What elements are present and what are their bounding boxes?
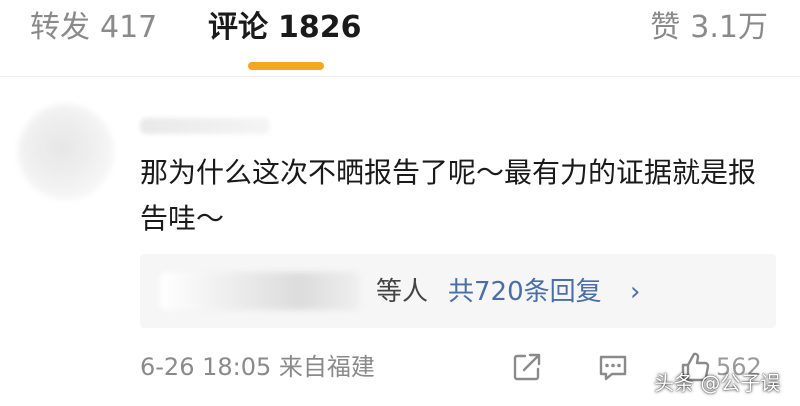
tab-comments-label: 评论 [208, 10, 268, 45]
reply-button[interactable] [596, 348, 630, 386]
view-replies-link[interactable]: 共720条回复 [448, 274, 602, 310]
avatar[interactable] [18, 104, 114, 200]
comment-date: 6-26 18:05 [140, 353, 272, 381]
reply-suffix: 等人 [376, 277, 429, 307]
tab-repost-label: 转发 [30, 10, 90, 45]
comment-location: 来自福建 [278, 353, 375, 381]
replier-names-blurred [160, 272, 360, 310]
comment-icon [599, 355, 627, 381]
tab-repost-count: 417 [100, 10, 158, 45]
chevron-right-icon: › [630, 277, 641, 307]
tab-comments[interactable]: 评论 1826 [208, 8, 362, 48]
reply-preview-box[interactable]: 等人 共720条回复 › [140, 254, 776, 328]
tab-likes-count: 3.1万 [690, 10, 768, 45]
comment-text: 那为什么这次不晒报告了呢～最有力的证据就是报告哇～ [140, 156, 757, 235]
tab-repost[interactable]: 转发 417 [30, 8, 157, 48]
tab-comments-count: 1826 [278, 10, 362, 45]
tab-likes[interactable]: 赞 3.1万 [650, 8, 768, 48]
comment-tabs: 转发 417 评论 1826 赞 3.1万 [0, 0, 800, 76]
share-icon [513, 353, 541, 381]
watermark: 头条 @公子误 [654, 371, 781, 395]
tabs-divider [0, 76, 800, 77]
active-tab-indicator [248, 62, 324, 70]
share-button[interactable] [510, 348, 544, 386]
comment-meta: 6-26 18:05 来自福建 [140, 350, 375, 384]
tab-likes-label: 赞 [650, 10, 681, 45]
username-blurred[interactable] [140, 118, 270, 134]
